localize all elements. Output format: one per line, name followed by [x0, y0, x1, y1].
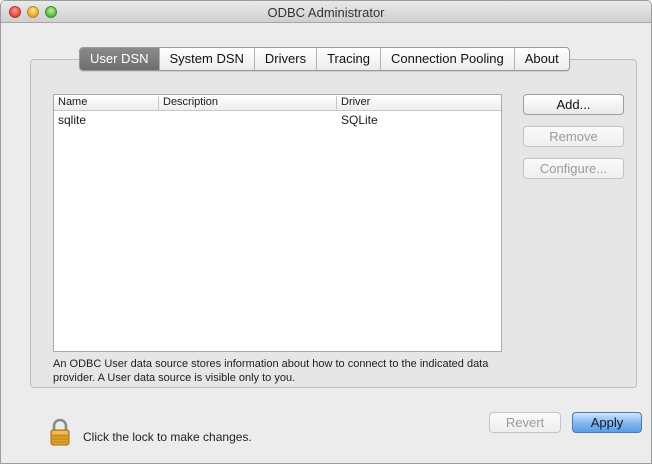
- column-header-driver[interactable]: Driver: [336, 96, 502, 110]
- tab-connection-pooling[interactable]: Connection Pooling: [381, 48, 515, 70]
- cell-driver: SQLite: [341, 113, 378, 127]
- tab-tracing[interactable]: Tracing: [317, 48, 381, 70]
- padlock-icon[interactable]: [49, 418, 71, 446]
- tab-bar: User DSN System DSN Drivers Tracing Conn…: [79, 47, 570, 71]
- remove-button[interactable]: Remove: [523, 126, 624, 147]
- tab-drivers[interactable]: Drivers: [255, 48, 318, 70]
- help-text: An ODBC User data source stores informat…: [53, 358, 489, 384]
- dsn-table[interactable]: Name Description Driver sqlite SQLite: [53, 94, 502, 352]
- add-button[interactable]: Add...: [523, 94, 624, 115]
- tab-system-dsn[interactable]: System DSN: [160, 48, 255, 70]
- table-row[interactable]: sqlite SQLite: [54, 111, 501, 127]
- window-title: ODBC Administrator: [267, 5, 385, 20]
- odbc-administrator-window: ODBC Administrator User DSN System DSN D…: [0, 0, 652, 464]
- table-header: Name Description Driver: [54, 95, 501, 111]
- column-header-name[interactable]: Name: [54, 96, 158, 110]
- lock-message[interactable]: Click the lock to make changes.: [83, 430, 252, 444]
- configure-button[interactable]: Configure...: [523, 158, 624, 179]
- revert-button[interactable]: Revert: [489, 412, 561, 433]
- apply-button[interactable]: Apply: [572, 412, 642, 433]
- tab-about[interactable]: About: [515, 48, 569, 70]
- column-header-description[interactable]: Description: [158, 96, 336, 110]
- tab-user-dsn[interactable]: User DSN: [80, 48, 160, 70]
- title-bar[interactable]: ODBC Administrator: [1, 1, 651, 23]
- cell-name: sqlite: [58, 113, 87, 127]
